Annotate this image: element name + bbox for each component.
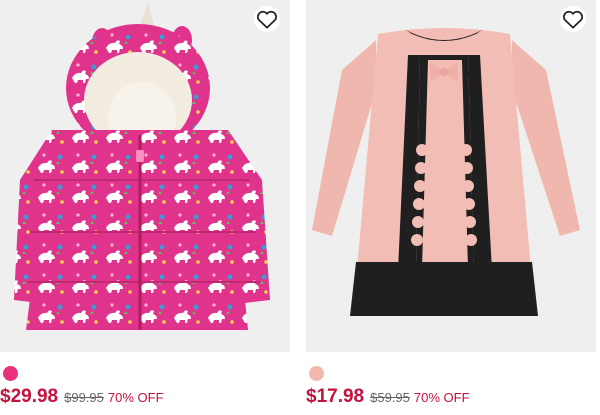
price-row: $17.98 $59.95 70% OFF: [306, 386, 470, 408]
dress-image: [312, 28, 580, 316]
original-price: $59.95: [370, 390, 410, 405]
heart-outline-icon: [257, 10, 277, 29]
sale-price: $17.98: [306, 386, 365, 407]
discount-label: 70% OFF: [413, 390, 470, 405]
original-price: $99.95: [64, 390, 104, 405]
product-image[interactable]: [306, 0, 596, 352]
product-image[interactable]: [0, 0, 290, 352]
product-card[interactable]: $29.98 $99.95 70% OFF: [0, 0, 290, 415]
color-swatch[interactable]: [3, 366, 18, 381]
product-card[interactable]: $17.98 $59.95 70% OFF: [306, 0, 596, 415]
heart-outline-icon: [563, 10, 583, 29]
wishlist-button[interactable]: [560, 6, 586, 32]
sale-price: $29.98: [0, 386, 59, 407]
color-swatch[interactable]: [309, 366, 324, 381]
wishlist-button[interactable]: [254, 6, 280, 32]
puffer-jacket-image: [14, 2, 270, 330]
discount-label: 70% OFF: [107, 390, 164, 405]
price-row: $29.98 $99.95 70% OFF: [0, 386, 164, 408]
